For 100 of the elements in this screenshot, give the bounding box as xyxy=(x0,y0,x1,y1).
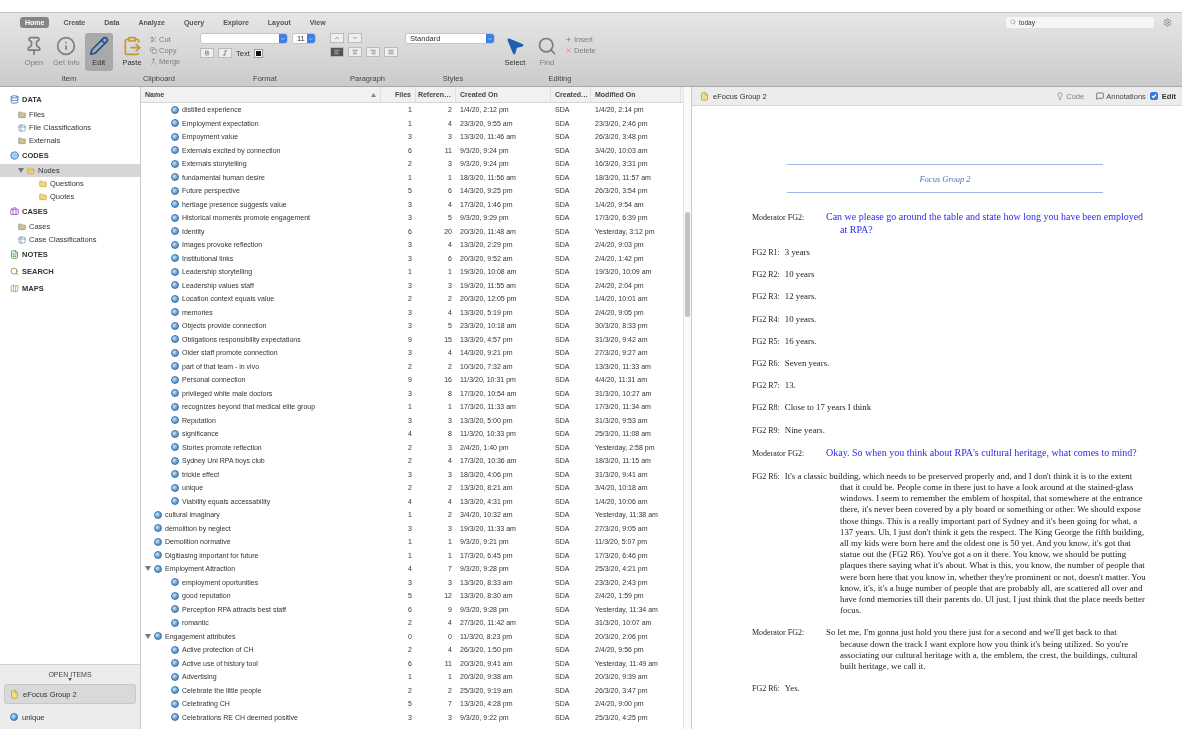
node-icon xyxy=(10,151,19,160)
bold-button[interactable] xyxy=(200,48,214,58)
lightbulb-icon xyxy=(1056,92,1065,100)
utterance-text: 12 years. xyxy=(784,291,817,302)
italic-button[interactable] xyxy=(218,48,232,58)
utterance-text: Can we please go around the table and state how long you have been employed at RPA? xyxy=(826,211,1144,235)
utterance-text: Nine years. xyxy=(784,424,825,435)
document-icon xyxy=(10,689,19,699)
node-icon xyxy=(171,335,179,344)
merge-icon xyxy=(150,58,157,65)
speaker-label: FG2 R6: xyxy=(752,683,780,695)
disclosure-triangle[interactable] xyxy=(145,565,151,572)
node-icon xyxy=(171,240,179,249)
color-swatch[interactable] xyxy=(253,48,263,58)
search-icon xyxy=(537,36,557,56)
node-icon xyxy=(171,672,179,681)
speaker-label: Moderator FG2: xyxy=(752,627,806,639)
align-justify-icon xyxy=(388,49,394,55)
utterance-text: 10 years. xyxy=(784,313,817,324)
folder-icon xyxy=(18,110,26,119)
search-icon xyxy=(1010,19,1016,25)
speaker-label: FG2 R5: xyxy=(752,335,780,347)
pin-icon xyxy=(24,36,44,56)
database-icon xyxy=(10,95,19,104)
utterance-text: Close to 17 years I think xyxy=(784,402,872,413)
node-icon xyxy=(154,524,162,533)
folder-icon xyxy=(18,136,26,145)
node-icon xyxy=(171,402,179,411)
copy-icon xyxy=(150,47,157,54)
node-icon xyxy=(171,483,179,492)
italic-icon xyxy=(222,50,228,56)
document-icon xyxy=(700,91,709,101)
node-icon xyxy=(171,186,179,195)
pencil-icon xyxy=(88,36,109,56)
chevron-icon xyxy=(308,35,314,42)
node-icon xyxy=(171,146,179,155)
node-icon xyxy=(171,591,179,600)
node-icon xyxy=(171,294,179,303)
utterance-text: 10 years xyxy=(784,269,815,280)
node-icon xyxy=(171,227,179,236)
node-icon xyxy=(171,267,179,276)
search-icon xyxy=(10,267,19,276)
node-icon xyxy=(154,510,162,519)
align-button[interactable] xyxy=(366,47,380,57)
node-icon xyxy=(171,281,179,290)
font-dropdown[interactable] xyxy=(200,33,288,44)
speaker-label: FG2 R8: xyxy=(752,402,780,414)
briefcase-icon xyxy=(10,207,19,216)
node-icon xyxy=(171,362,179,371)
outdent-button[interactable] xyxy=(348,33,362,43)
node-icon xyxy=(171,254,179,263)
folder-icon xyxy=(39,179,47,188)
node-icon xyxy=(171,375,179,384)
disclosure-triangle[interactable] xyxy=(145,633,151,640)
utterance-text: So let me, I'm gonna just hold you there just for a second and we'll get back to that because down the track I want explore how you think it's being utilized. So you're associating our cultural heritage with a, the emblem, the crest, the buildings, cultural built heritage, we call it. xyxy=(826,627,1138,672)
edit-checkbox[interactable] xyxy=(1149,92,1158,100)
node-icon xyxy=(171,659,179,668)
indent-button[interactable] xyxy=(330,33,344,43)
speaker-label: Moderator FG2: xyxy=(752,212,806,224)
align-button[interactable] xyxy=(330,47,344,57)
speaker-label: FG2 R9: xyxy=(752,424,780,436)
node-icon xyxy=(171,200,179,209)
node-icon xyxy=(154,551,162,560)
close-icon xyxy=(565,47,572,54)
node-icon xyxy=(154,537,162,546)
utterance-text: 13. xyxy=(784,380,796,391)
plus-icon xyxy=(565,36,572,43)
scrollbar[interactable] xyxy=(685,212,690,317)
utterance-text: It's a classic building, which needs to be preserved properly and, and I don't think it is to the extent that it could be. People come in there just to have a look around at the stained-glass windows. I seem to remember the emblem of hospital, that somewhere at the entrance there, it's never been covered by a ply board or something or other. We should expose those things. This is a really important part of Sydney and it's been going for what, a 137 years. Uh, I just don't think it gets the respect. The King George the fifth building, all my kids were born here and the oldest one is 50 yet. And you know, it's got that statue out the (FG2 R6). You've got a on it there. You know, we should be putting plaques there saying what it's about. What is this, you know, the number of people that were born here that you know in, whether they're prominent or not, doesn't matter. You know, it's, it's a huge number of people that are probably all, are scattered all over and have fond memories till their parents do. Ul just, I just think that the place needs better focus. xyxy=(784,470,1146,616)
paste-icon xyxy=(122,36,142,56)
node-icon xyxy=(171,348,179,357)
node-icon xyxy=(171,321,179,330)
node-icon xyxy=(171,308,179,317)
align-left-icon xyxy=(334,49,340,55)
caret-icon[interactable] xyxy=(68,678,72,681)
table-icon xyxy=(18,123,26,132)
align-button[interactable] xyxy=(348,47,362,57)
node-icon xyxy=(171,699,179,708)
map-icon xyxy=(10,284,19,293)
scissors-icon xyxy=(150,36,157,43)
disclosure-triangle[interactable] xyxy=(18,167,24,174)
chevron-icon xyxy=(487,35,493,42)
speaker-label: FG2 R6: xyxy=(752,470,780,483)
node-icon xyxy=(171,618,179,627)
node-icon xyxy=(171,497,179,506)
node-icon xyxy=(171,470,179,479)
node-icon xyxy=(171,605,179,614)
speaker-label: FG2 R1: xyxy=(752,247,780,259)
settings-icon[interactable] xyxy=(1163,17,1172,27)
node-icon xyxy=(171,686,179,695)
sort-arrow-icon[interactable] xyxy=(371,92,376,97)
speaker-label: FG2 R3: xyxy=(752,291,780,303)
folder-icon xyxy=(18,222,26,231)
node-icon xyxy=(171,443,179,452)
node-icon xyxy=(171,119,179,128)
speaker-label: FG2 R4: xyxy=(752,313,780,325)
node-icon xyxy=(154,564,162,573)
align-button[interactable] xyxy=(384,47,398,57)
node-icon xyxy=(171,429,179,438)
notes-icon xyxy=(10,250,19,259)
